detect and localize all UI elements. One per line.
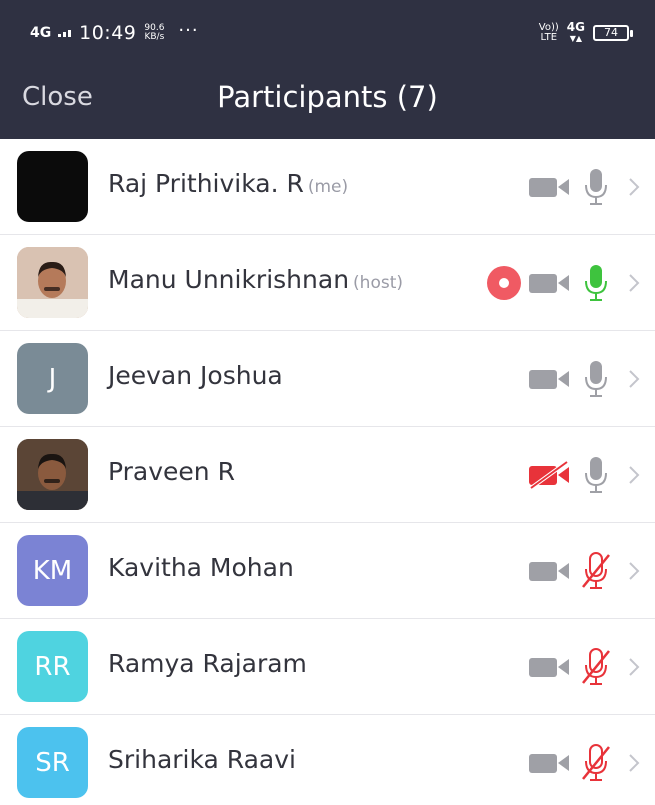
video-icon bbox=[527, 748, 573, 778]
participant-row[interactable]: Raj Prithivika. R (me) bbox=[0, 139, 655, 235]
avatar: RR bbox=[17, 631, 88, 702]
chevron-right-icon[interactable] bbox=[627, 560, 641, 582]
chevron-right-icon[interactable] bbox=[627, 656, 641, 678]
video-icon bbox=[527, 364, 573, 394]
participant-controls bbox=[527, 551, 641, 591]
participant-row[interactable]: SR Sriharika Raavi bbox=[0, 715, 655, 805]
participant-name-line: Ramya Rajaram bbox=[108, 649, 307, 678]
video-icon bbox=[527, 556, 573, 586]
participant-controls bbox=[527, 455, 641, 495]
participant-name: Raj Prithivika. R bbox=[108, 169, 304, 198]
participant-row[interactable]: Praveen R bbox=[0, 427, 655, 523]
chevron-right-icon[interactable] bbox=[627, 752, 641, 774]
video-icon bbox=[527, 268, 573, 298]
speed-unit: KB/s bbox=[144, 32, 165, 42]
participant-controls bbox=[527, 359, 641, 399]
avatar-initials: RR bbox=[34, 651, 71, 682]
avatar: J bbox=[17, 343, 88, 414]
microphone-icon bbox=[581, 167, 611, 207]
network-right-label: 4G bbox=[566, 20, 585, 34]
participant-name: Sriharika Raavi bbox=[108, 745, 296, 774]
data-arrows-icon: ▼▲ bbox=[569, 34, 583, 43]
participant-row[interactable]: Manu Unnikrishnan (host) bbox=[0, 235, 655, 331]
page-title: Participants (7) bbox=[217, 80, 438, 114]
microphone-icon bbox=[581, 263, 611, 303]
chevron-right-icon[interactable] bbox=[627, 368, 641, 390]
participant-name: Praveen R bbox=[108, 457, 235, 486]
avatar-initials: SR bbox=[35, 747, 70, 778]
participant-row[interactable]: KM Kavitha Mohan bbox=[0, 523, 655, 619]
recording-icon bbox=[487, 266, 521, 300]
volte-bottom: LTE bbox=[540, 32, 558, 43]
mic-muted-icon bbox=[581, 647, 611, 687]
mic-muted-icon bbox=[581, 551, 611, 591]
avatar bbox=[17, 247, 88, 318]
chevron-right-icon[interactable] bbox=[627, 464, 641, 486]
participant-name-line: Raj Prithivika. R (me) bbox=[108, 169, 348, 198]
participant-name-line: Kavitha Mohan bbox=[108, 553, 294, 582]
clock: 10:49 bbox=[79, 22, 137, 44]
signal-bars-icon bbox=[58, 30, 72, 37]
participant-name: Ramya Rajaram bbox=[108, 649, 307, 678]
mic-muted-icon bbox=[581, 743, 611, 783]
participant-name: Manu Unnikrishnan bbox=[108, 265, 350, 294]
participant-name-line: Sriharika Raavi bbox=[108, 745, 296, 774]
participant-role: (host) bbox=[353, 273, 404, 293]
avatar bbox=[17, 439, 88, 510]
chevron-right-icon[interactable] bbox=[627, 272, 641, 294]
network-speed: 90.6 KB/s bbox=[144, 24, 164, 42]
participant-name-line: Praveen R bbox=[108, 457, 235, 486]
avatar bbox=[17, 151, 88, 222]
video-icon bbox=[527, 172, 573, 202]
avatar: KM bbox=[17, 535, 88, 606]
more-notifications-icon: ··· bbox=[178, 19, 199, 41]
volte-indicator: Vo)) LTE bbox=[539, 23, 559, 43]
participant-controls bbox=[487, 263, 641, 303]
status-bar: 4G 10:49 90.6 KB/s ··· Vo)) LTE 4G ▼▲ 74 bbox=[0, 0, 655, 60]
network-4g-right: 4G ▼▲ bbox=[566, 20, 585, 44]
participant-name-line: Manu Unnikrishnan (host) bbox=[108, 265, 403, 294]
header: Close Participants (7) bbox=[0, 60, 655, 139]
participant-row[interactable]: RR Ramya Rajaram bbox=[0, 619, 655, 715]
participant-name: Kavitha Mohan bbox=[108, 553, 294, 582]
battery-level: 74 bbox=[593, 25, 629, 41]
participant-controls bbox=[527, 743, 641, 783]
participants-screen: 4G 10:49 90.6 KB/s ··· Vo)) LTE 4G ▼▲ 74… bbox=[0, 0, 655, 805]
participant-list: Raj Prithivika. R (me) Manu Unnikrishnan (h… bbox=[0, 139, 655, 805]
participant-name: Jeevan Joshua bbox=[108, 361, 283, 390]
avatar-initials: KM bbox=[32, 555, 73, 586]
participant-role: (me) bbox=[307, 177, 349, 197]
network-label: 4G bbox=[30, 25, 52, 41]
video-muted-icon bbox=[527, 460, 573, 490]
participant-controls bbox=[527, 647, 641, 687]
top-bar: 4G 10:49 90.6 KB/s ··· Vo)) LTE 4G ▼▲ 74… bbox=[0, 0, 655, 139]
participant-controls bbox=[527, 167, 641, 207]
microphone-icon bbox=[581, 359, 611, 399]
video-icon bbox=[527, 652, 573, 682]
network-4g-indicator: 4G bbox=[30, 25, 72, 41]
microphone-icon bbox=[581, 455, 611, 495]
avatar: SR bbox=[17, 727, 88, 798]
battery-icon: 74 bbox=[593, 25, 633, 41]
participant-name-line: Jeevan Joshua bbox=[108, 361, 283, 390]
participant-row[interactable]: J Jeevan Joshua bbox=[0, 331, 655, 427]
chevron-right-icon[interactable] bbox=[627, 176, 641, 198]
avatar-initials: J bbox=[48, 363, 57, 394]
